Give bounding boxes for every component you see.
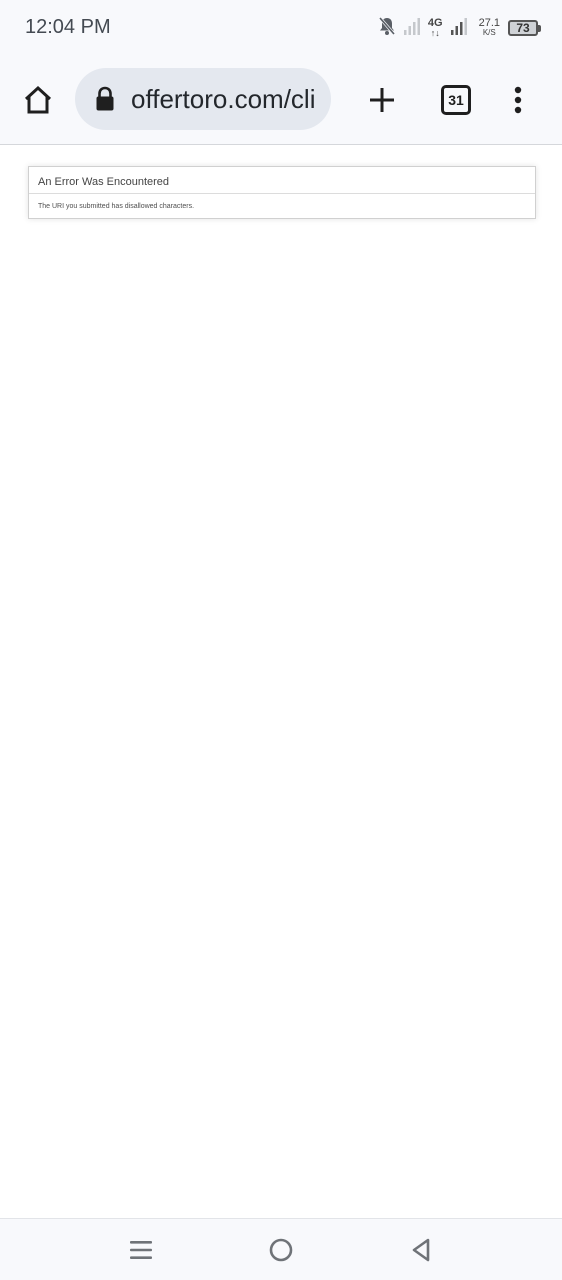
browser-toolbar: offertoro.com/cli 31	[0, 56, 562, 145]
error-message: The URI you submitted has disallowed cha…	[38, 203, 195, 210]
url-text[interactable]: offertoro.com/cli	[131, 84, 315, 115]
network-type: 4G	[427, 17, 443, 29]
more-menu-button[interactable]	[498, 80, 538, 120]
bell-muted-icon	[378, 16, 396, 41]
tab-count: 31	[448, 92, 464, 108]
network-speed: 27.1 K/S	[479, 18, 500, 38]
error-title: An Error Was Encountered	[29, 167, 535, 194]
recents-icon	[130, 1241, 152, 1259]
network-type-indicator: 4G ↑↓	[427, 17, 443, 39]
speed-value: 27.1	[478, 17, 500, 29]
battery-level: 73	[516, 21, 530, 35]
status-icons: 4G ↑↓ 27.1 K/S 73	[378, 16, 541, 41]
status-time: 12:04 PM	[25, 16, 111, 38]
more-vert-icon	[514, 86, 522, 114]
home-icon	[24, 85, 52, 114]
error-box: An Error Was Encountered The URI you sub…	[28, 166, 536, 219]
back-button[interactable]	[406, 1235, 436, 1265]
battery-icon: 73	[508, 20, 541, 36]
home-button[interactable]	[18, 80, 58, 120]
recents-button[interactable]	[126, 1235, 156, 1265]
tab-switcher-button[interactable]: 31	[436, 80, 476, 120]
status-bar: 12:04 PM 4G ↑↓ 27.1 K/S 73	[0, 0, 562, 56]
phone-screen: 12:04 PM 4G ↑↓ 27.1 K/S 73 offertoro.com…	[0, 0, 562, 1280]
back-icon	[412, 1238, 430, 1262]
url-bar[interactable]: offertoro.com/cli	[75, 68, 331, 130]
new-tab-button[interactable]	[362, 80, 402, 120]
signal-icon	[450, 17, 467, 40]
lock-icon[interactable]	[95, 86, 115, 112]
signal-icon	[403, 17, 420, 40]
navigation-bar	[0, 1218, 562, 1280]
page-content: An Error Was Encountered The URI you sub…	[0, 145, 562, 1218]
speed-unit: K/S	[482, 28, 496, 37]
home-circle-icon	[269, 1238, 293, 1262]
tabs-icon: 31	[441, 85, 471, 115]
nav-home-button[interactable]	[266, 1235, 296, 1265]
network-arrows: ↑↓	[430, 28, 440, 38]
plus-icon	[370, 88, 394, 112]
